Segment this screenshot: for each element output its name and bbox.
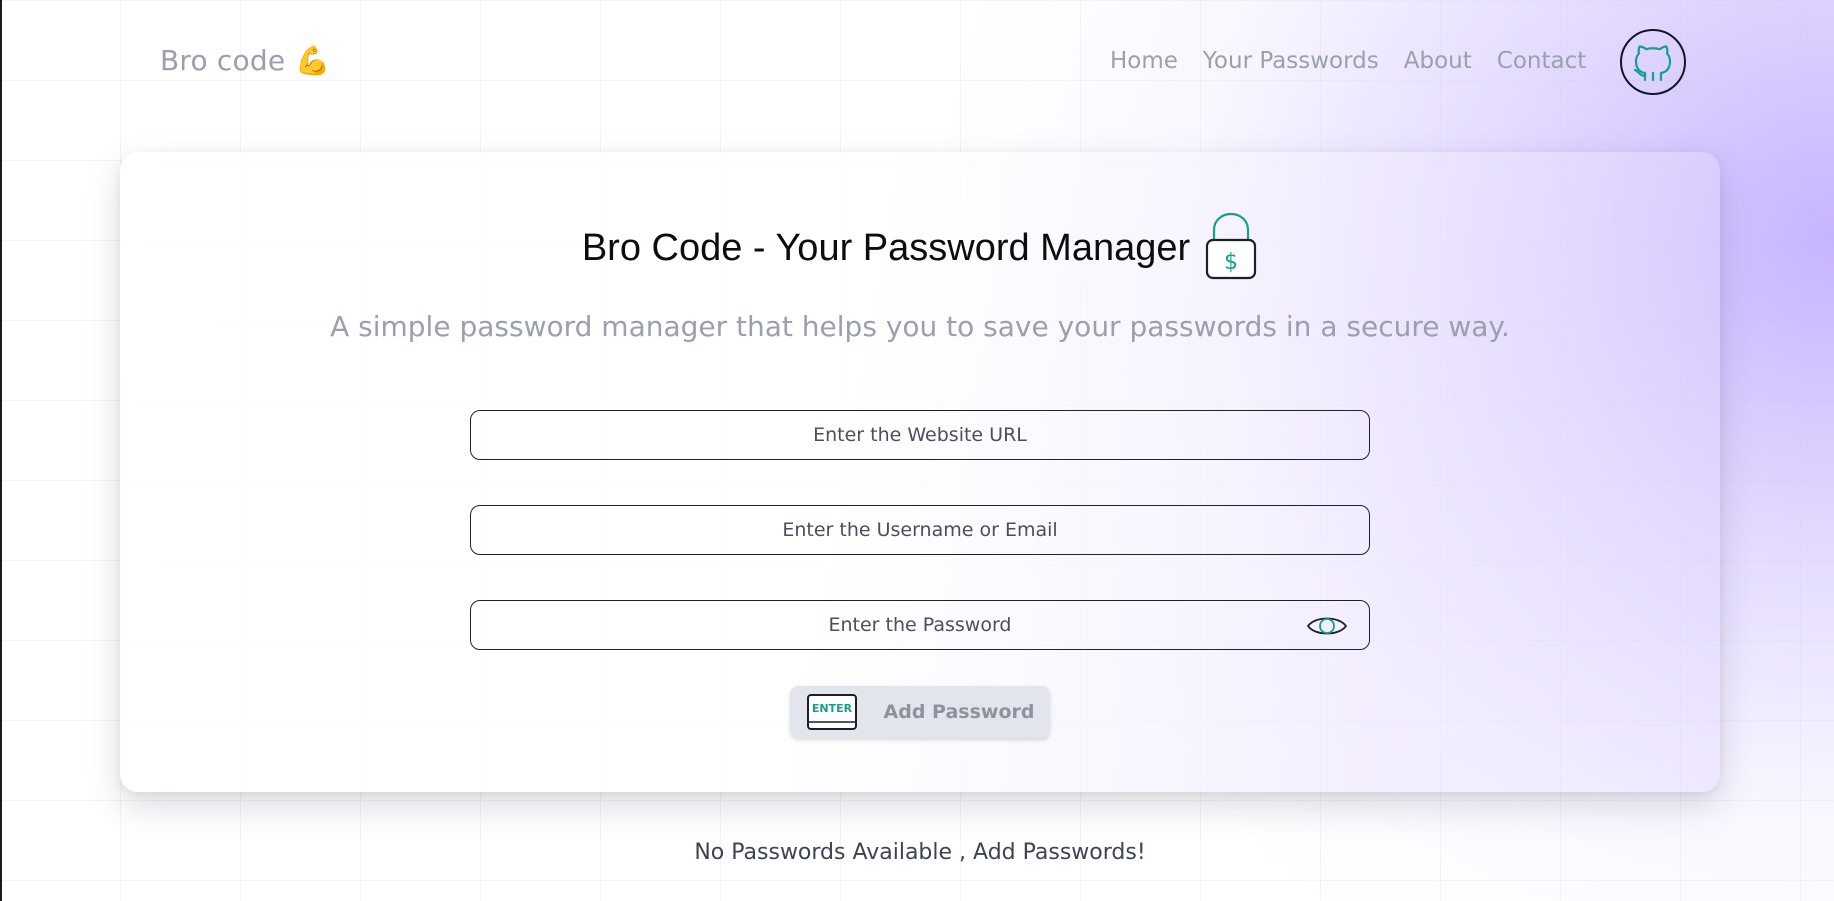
- password-manager-card: Bro Code - Your Password Manager $ A sim…: [120, 152, 1720, 792]
- github-icon: [1633, 45, 1672, 82]
- github-button[interactable]: [1620, 29, 1686, 95]
- svg-text:ENTER: ENTER: [811, 702, 852, 715]
- show-password-toggle[interactable]: [1305, 611, 1349, 641]
- flexed-biceps-icon: 💪: [295, 44, 331, 77]
- page-title: Bro Code - Your Password Manager: [581, 226, 1191, 269]
- brand-logo[interactable]: Bro code 💪: [160, 44, 330, 77]
- navbar: Bro code 💪 Home Your Passwords About Con…: [0, 0, 1834, 130]
- title-row: Bro Code - Your Password Manager $: [120, 212, 1720, 282]
- empty-passwords-message: No Passwords Available , Add Passwords!: [694, 840, 1146, 865]
- eye-icon: [1306, 617, 1348, 635]
- enter-key-icon: ENTER: [806, 694, 857, 730]
- add-password-button[interactable]: ENTER Add Password: [790, 686, 1050, 738]
- password-input[interactable]: [471, 601, 1369, 649]
- nav-link-home[interactable]: Home: [1110, 48, 1178, 74]
- username-input[interactable]: [471, 506, 1369, 554]
- password-field: [470, 600, 1370, 650]
- nav-link-your-passwords[interactable]: Your Passwords: [1203, 48, 1379, 74]
- lock-dollar-icon: $: [1206, 212, 1257, 280]
- nav-links: Home Your Passwords About Contact: [1110, 48, 1586, 74]
- svg-text:$: $: [1224, 250, 1238, 275]
- nav-link-about[interactable]: About: [1404, 48, 1472, 74]
- page-subtitle: A simple password manager that helps you…: [330, 310, 1510, 343]
- website-url-input[interactable]: [471, 411, 1369, 459]
- nav-link-contact[interactable]: Contact: [1497, 48, 1586, 74]
- website-url-field: [470, 410, 1370, 460]
- window-left-border: [0, 0, 2, 901]
- brand-name: Bro code: [160, 44, 286, 77]
- add-password-label: Add Password: [883, 701, 1035, 723]
- username-field: [470, 505, 1370, 555]
